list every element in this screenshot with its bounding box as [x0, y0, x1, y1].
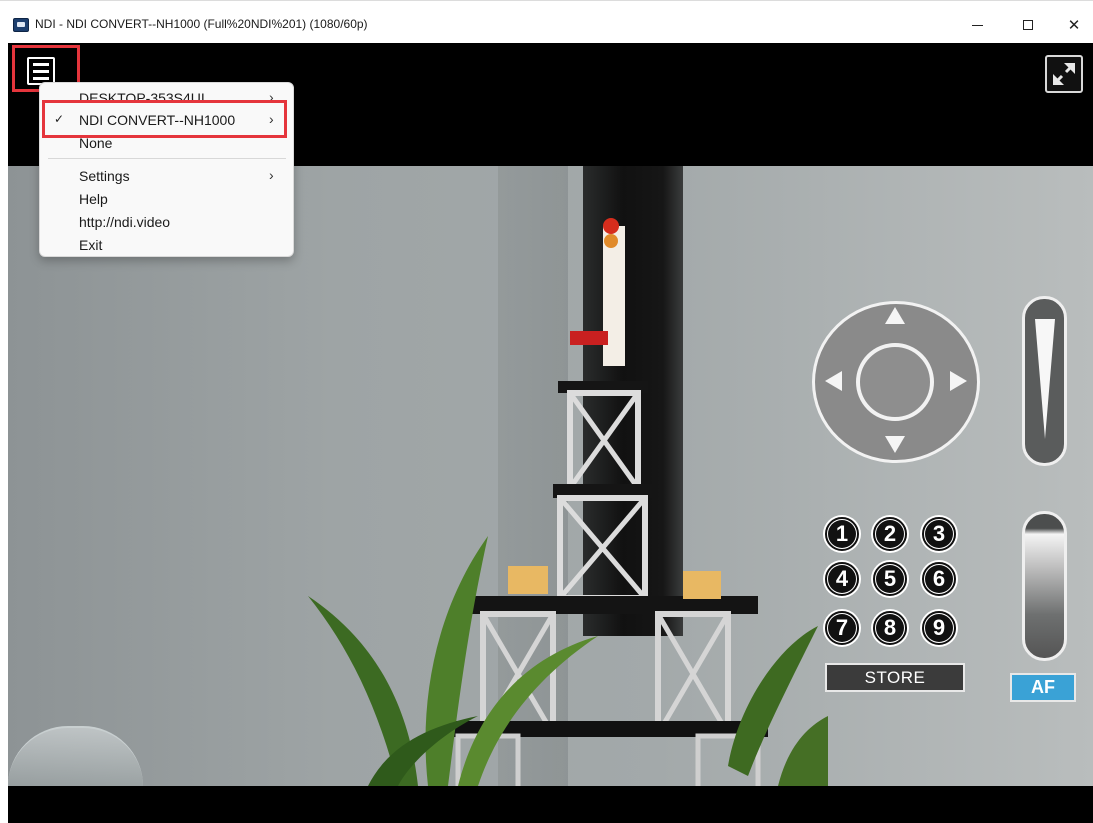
preset-button-5[interactable]: 5	[873, 562, 907, 596]
preset-button-7[interactable]: 7	[825, 611, 859, 645]
menu-item-ndi-link[interactable]: http://ndi.video	[40, 211, 295, 233]
preset-button-4[interactable]: 4	[825, 562, 859, 596]
pan-right-button[interactable]	[950, 371, 967, 391]
minimize-icon	[971, 24, 983, 26]
video-frame	[8, 166, 1093, 786]
zoom-slider[interactable]	[1022, 296, 1067, 466]
menu-bar-line	[33, 76, 49, 80]
preset-label: 8	[876, 614, 904, 642]
preset-button-8[interactable]: 8	[873, 611, 907, 645]
menu-item-label: Help	[79, 191, 108, 207]
close-icon: ✕	[1067, 17, 1081, 34]
preset-label: 3	[925, 520, 953, 548]
maximize-icon	[1023, 20, 1033, 30]
close-button[interactable]: ✕	[1051, 10, 1093, 40]
chevron-right-icon: ›	[269, 167, 274, 183]
menu-bar-line	[33, 62, 49, 66]
pan-up-button[interactable]	[885, 307, 905, 324]
glass	[8, 726, 143, 786]
pan-left-button[interactable]	[825, 371, 842, 391]
menu-item-highlight	[42, 100, 287, 138]
preset-button-9[interactable]: 9	[922, 611, 956, 645]
preset-label: 4	[828, 565, 856, 593]
preset-label: 5	[876, 565, 904, 593]
autofocus-button[interactable]: AF	[1010, 673, 1076, 702]
preset-label: 6	[925, 565, 953, 593]
preset-label: 1	[828, 520, 856, 548]
menu-item-label: http://ndi.video	[79, 214, 171, 230]
menu-item-help[interactable]: Help	[40, 188, 295, 210]
pan-down-button[interactable]	[885, 436, 905, 453]
preset-label: 9	[925, 614, 953, 642]
preset-button-2[interactable]: 2	[873, 517, 907, 551]
focus-slider[interactable]	[1022, 511, 1067, 661]
store-button[interactable]: STORE	[825, 663, 965, 692]
ptz-center-button[interactable]	[856, 343, 934, 421]
menu-item-exit[interactable]: Exit	[40, 234, 295, 256]
menu-item-settings[interactable]: Settings ›	[40, 165, 295, 187]
menu-separator	[48, 158, 286, 159]
title-bar: NDI - NDI CONVERT--NH1000 (Full%20NDI%20…	[0, 0, 1093, 43]
preset-label: 2	[876, 520, 904, 548]
ndi-app-icon	[13, 18, 29, 32]
minimize-button[interactable]	[954, 10, 1000, 40]
menu-bar-line	[33, 69, 49, 73]
plant	[308, 536, 828, 786]
window-title: NDI - NDI CONVERT--NH1000 (Full%20NDI%20…	[35, 17, 368, 31]
zoom-wedge-icon	[1035, 319, 1055, 439]
preset-button-1[interactable]: 1	[825, 517, 859, 551]
menu-item-label: Exit	[79, 237, 103, 253]
preset-label: 7	[828, 614, 856, 642]
menu-item-label: Settings	[79, 168, 130, 184]
preset-button-6[interactable]: 6	[922, 562, 956, 596]
maximize-button[interactable]	[1005, 10, 1051, 40]
preset-button-3[interactable]: 3	[922, 517, 956, 551]
fullscreen-expand-icon	[1052, 62, 1076, 86]
fullscreen-button[interactable]	[1045, 55, 1083, 93]
